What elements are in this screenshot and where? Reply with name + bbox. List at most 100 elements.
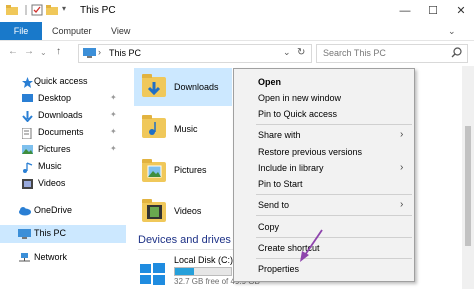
sidebar-item-downloads[interactable]: Downloads ✦ [0, 108, 126, 124]
computer-icon [83, 48, 96, 60]
address-dropdown-icon[interactable]: ⌄ [283, 47, 291, 58]
minimize-button[interactable]: — [392, 0, 418, 22]
forward-arrow-icon[interactable]: → [24, 46, 34, 57]
drive-usage-fill [175, 268, 195, 275]
menu-item-label: Restore previous versions [258, 147, 363, 157]
menu-item-label: Send to [258, 200, 290, 210]
menu-item-share-with[interactable]: Share with › [234, 127, 414, 143]
menu-item-label: Copy [258, 222, 280, 232]
sidebar-item-label: Desktop [38, 93, 72, 103]
desktop-icon [22, 94, 33, 104]
cloud-icon [18, 206, 31, 216]
menu-item-create-shortcut[interactable]: Create shortcut [234, 240, 414, 256]
menu-item-label: Open in new window [258, 93, 342, 103]
folder-label-downloads: Downloads [174, 82, 219, 92]
drive-name[interactable]: Local Disk (C:) [174, 255, 233, 265]
submenu-chevron-icon: › [400, 129, 404, 140]
music-folder-icon[interactable] [142, 115, 166, 138]
folder-label-pictures: Pictures [174, 165, 207, 175]
window-title: This PC [80, 5, 116, 16]
folder-icon [6, 4, 18, 16]
submenu-chevron-icon: › [400, 162, 404, 173]
expand-ribbon-icon[interactable]: ⌄ [448, 22, 456, 40]
pictures-folder-icon[interactable] [142, 159, 166, 182]
sidebar-item-music[interactable]: Music [0, 159, 126, 175]
sidebar-item-label: Videos [38, 178, 66, 188]
devices-section-header[interactable]: Devices and drives [138, 234, 231, 246]
sidebar-item-quick-access[interactable]: Quick access [0, 74, 126, 90]
sidebar-item-this-pc[interactable]: This PC [0, 225, 126, 243]
menu-separator [256, 194, 412, 195]
sidebar-item-onedrive[interactable]: OneDrive [0, 203, 126, 219]
search-placeholder: Search This PC [323, 48, 386, 58]
recent-locations-icon[interactable]: ⌄ [40, 48, 47, 57]
menu-item-open-new-window[interactable]: Open in new window [234, 90, 414, 106]
menu-item-properties[interactable]: Properties [234, 261, 414, 277]
sidebar-item-pictures[interactable]: Pictures ✦ [0, 142, 126, 158]
sidebar-item-label: Network [34, 252, 68, 262]
pin-icon: ✦ [110, 110, 117, 119]
vertical-scrollbar[interactable] [462, 66, 474, 289]
pictures-icon [22, 145, 33, 155]
sidebar-item-label: Music [38, 161, 62, 171]
menu-item-label: Create shortcut [258, 243, 320, 253]
windows-logo-icon [138, 262, 166, 288]
back-arrow-icon[interactable]: ← [8, 46, 18, 57]
pin-icon: ✦ [110, 93, 117, 102]
scrollbar-thumb[interactable] [465, 126, 471, 246]
menu-item-open[interactable]: Open [234, 74, 414, 90]
folder-label-music: Music [174, 124, 198, 134]
menu-item-label: Properties [258, 264, 300, 274]
address-bar[interactable]: › This PC ⌄ ↻ [78, 44, 312, 63]
close-button[interactable]: ✕ [448, 0, 474, 22]
new-folder-icon[interactable] [46, 4, 58, 16]
documents-icon [21, 127, 33, 140]
menu-item-pin-quick-access[interactable]: Pin to Quick access [234, 106, 414, 122]
sidebar-item-label: OneDrive [34, 205, 73, 215]
menu-item-label: Share with [258, 130, 301, 140]
menu-separator [256, 237, 412, 238]
ribbon-tabs: File Computer View ⌄ [0, 22, 474, 41]
star-icon [22, 77, 33, 88]
navigation-bar: ← → ⌄ ↑ › This PC ⌄ ↻ Search This PC [0, 41, 474, 65]
menu-separator [256, 258, 412, 259]
menu-item-label: Open [258, 77, 282, 87]
menu-item-pin-to-start[interactable]: Pin to Start [234, 176, 414, 192]
properties-check-icon[interactable] [31, 4, 43, 16]
tab-file[interactable]: File [0, 22, 42, 40]
context-menu: Open Open in new window Pin to Quick acc… [233, 68, 415, 282]
search-box[interactable]: Search This PC [316, 44, 468, 63]
sidebar-item-label: This PC [34, 228, 67, 238]
refresh-icon[interactable]: ↻ [297, 47, 305, 58]
videos-folder-icon[interactable] [142, 199, 166, 222]
maximize-button[interactable]: ☐ [420, 0, 446, 22]
sidebar-item-network[interactable]: Network [0, 250, 126, 266]
pin-icon: ✦ [110, 144, 117, 153]
sidebar-item-desktop[interactable]: Desktop ✦ [0, 91, 126, 107]
menu-separator [256, 215, 412, 216]
customize-toolbar-icon[interactable]: ▾ [62, 4, 74, 16]
computer-icon [18, 229, 31, 239]
pin-icon: ✦ [110, 127, 117, 136]
tab-computer[interactable]: Computer [52, 22, 92, 40]
up-arrow-icon[interactable]: ↑ [56, 46, 61, 57]
folder-label-videos: Videos [174, 206, 202, 216]
sidebar-item-label: Documents [38, 127, 84, 137]
menu-item-include-library[interactable]: Include in library › [234, 160, 414, 176]
menu-item-label: Include in library [258, 163, 324, 173]
breadcrumb-chevron-icon[interactable]: › [98, 47, 101, 57]
navigation-pane: Quick access Desktop ✦ Downloads ✦ Docum… [0, 66, 126, 289]
music-icon [22, 162, 33, 173]
sidebar-item-label: Downloads [38, 110, 83, 120]
menu-item-copy[interactable]: Copy [234, 219, 414, 235]
network-icon [18, 253, 30, 263]
menu-item-restore-versions[interactable]: Restore previous versions [234, 144, 414, 160]
menu-item-send-to[interactable]: Send to › [234, 197, 414, 213]
downloads-folder-icon[interactable] [142, 74, 166, 97]
sidebar-item-documents[interactable]: Documents ✦ [0, 125, 126, 141]
sidebar-item-videos[interactable]: Videos [0, 176, 126, 192]
tab-view[interactable]: View [111, 22, 130, 40]
drive-usage-bar [174, 267, 232, 276]
sidebar-item-label: Quick access [34, 76, 88, 86]
download-icon [22, 111, 33, 123]
